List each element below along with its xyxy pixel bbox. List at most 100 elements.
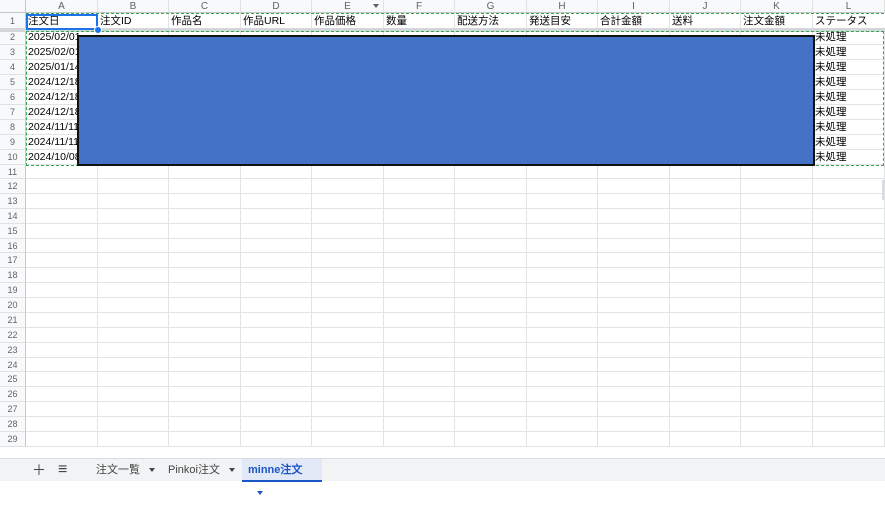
grid-cell[interactable] <box>598 328 670 343</box>
column-header-a[interactable]: A <box>26 0 98 13</box>
grid-cell[interactable] <box>26 417 98 432</box>
grid-cell[interactable] <box>813 268 885 283</box>
grid-cell[interactable] <box>813 358 885 372</box>
grid-cell[interactable] <box>98 343 169 358</box>
grid-cell[interactable] <box>741 165 813 179</box>
grid-cell[interactable] <box>741 402 813 417</box>
grid-cell[interactable] <box>741 432 813 447</box>
grid-cell[interactable] <box>527 194 598 209</box>
grid-cell[interactable] <box>169 298 241 313</box>
row-header[interactable]: 27 <box>0 402 26 417</box>
grid-cell[interactable] <box>169 343 241 358</box>
grid-cell[interactable] <box>241 239 312 253</box>
grid-cell[interactable] <box>384 165 455 179</box>
grid-cell[interactable] <box>598 343 670 358</box>
grid-cell[interactable] <box>598 224 670 239</box>
grid-cell[interactable] <box>241 298 312 313</box>
grid-cell[interactable] <box>26 387 98 402</box>
grid-cell[interactable] <box>527 298 598 313</box>
add-sheet-icon[interactable]: ＋ <box>32 462 46 478</box>
grid-cell[interactable] <box>98 224 169 239</box>
grid-cell[interactable] <box>670 165 741 179</box>
grid-cell[interactable] <box>98 179 169 194</box>
grid-cell[interactable] <box>169 179 241 194</box>
grid-cell[interactable] <box>98 253 169 268</box>
grid-cell[interactable] <box>598 283 670 298</box>
tab-menu-arrow-icon[interactable] <box>257 491 263 496</box>
grid-cell[interactable] <box>741 328 813 343</box>
row-header[interactable]: 4 <box>0 60 26 75</box>
grid-cell[interactable] <box>598 165 670 179</box>
column-header-i[interactable]: I <box>598 0 670 13</box>
grid-cell[interactable] <box>26 224 98 239</box>
grid-cell[interactable] <box>98 268 169 283</box>
grid-cell[interactable] <box>455 179 527 194</box>
row-header[interactable]: 20 <box>0 298 26 313</box>
grid-cell[interactable] <box>455 194 527 209</box>
grid-cell[interactable] <box>741 343 813 358</box>
grid-cell[interactable] <box>813 328 885 343</box>
grid-cell[interactable] <box>598 194 670 209</box>
grid-cell[interactable] <box>98 209 169 224</box>
grid-cell[interactable] <box>98 194 169 209</box>
grid-cell[interactable] <box>455 165 527 179</box>
grid-cell[interactable] <box>312 224 384 239</box>
grid-cell[interactable] <box>98 313 169 328</box>
row-header[interactable]: 10 <box>0 150 26 165</box>
grid-cell[interactable] <box>384 268 455 283</box>
grid-cell[interactable] <box>98 402 169 417</box>
row-header[interactable]: 17 <box>0 253 26 268</box>
grid-cell[interactable] <box>455 358 527 372</box>
grid-cell[interactable] <box>312 387 384 402</box>
grid-cell[interactable] <box>384 387 455 402</box>
grid-cell[interactable] <box>312 432 384 447</box>
row-header[interactable]: 11 <box>0 165 26 179</box>
grid-cell[interactable] <box>813 402 885 417</box>
grid-cell[interactable] <box>670 209 741 224</box>
grid-cell[interactable] <box>455 417 527 432</box>
grid-cell[interactable] <box>241 328 312 343</box>
grid-cell[interactable] <box>26 179 98 194</box>
select-all-corner[interactable] <box>0 0 26 13</box>
row-header[interactable]: 7 <box>0 105 26 120</box>
row-header[interactable]: 6 <box>0 90 26 105</box>
row-header[interactable]: 5 <box>0 75 26 90</box>
grid-cell[interactable] <box>241 194 312 209</box>
grid-cell[interactable] <box>670 358 741 372</box>
grid-cell[interactable] <box>741 224 813 239</box>
grid-cell[interactable] <box>598 387 670 402</box>
grid-cell[interactable] <box>527 343 598 358</box>
row-header[interactable]: 23 <box>0 343 26 358</box>
grid-cell[interactable] <box>312 209 384 224</box>
grid-cell[interactable] <box>241 209 312 224</box>
grid-cell[interactable] <box>241 253 312 268</box>
grid-cell[interactable] <box>455 387 527 402</box>
column-header-j[interactable]: J <box>670 0 741 13</box>
grid-cell[interactable] <box>312 268 384 283</box>
grid-cell[interactable] <box>98 165 169 179</box>
grid-cell[interactable] <box>741 372 813 387</box>
grid-cell[interactable] <box>98 417 169 432</box>
grid-cell[interactable] <box>455 298 527 313</box>
grid-cell[interactable] <box>26 209 98 224</box>
grid-cell[interactable] <box>241 432 312 447</box>
grid-cell[interactable] <box>26 268 98 283</box>
grid-cell[interactable] <box>598 239 670 253</box>
grid-cell[interactable] <box>26 372 98 387</box>
grid-cell[interactable] <box>813 313 885 328</box>
row-header[interactable]: 18 <box>0 268 26 283</box>
grid-cell[interactable] <box>670 239 741 253</box>
column-header-l[interactable]: L <box>813 0 885 13</box>
grid-cell[interactable] <box>169 268 241 283</box>
grid-cell[interactable] <box>455 268 527 283</box>
row-header[interactable]: 15 <box>0 224 26 239</box>
grid-cell[interactable] <box>98 239 169 253</box>
grid-cell[interactable] <box>169 328 241 343</box>
grid-cell[interactable] <box>598 268 670 283</box>
grid-cell[interactable] <box>813 224 885 239</box>
grid-cell[interactable] <box>26 165 98 179</box>
grid-cell[interactable] <box>26 432 98 447</box>
grid-cell[interactable] <box>670 268 741 283</box>
grid-cell[interactable] <box>26 343 98 358</box>
grid-cell[interactable] <box>741 179 813 194</box>
